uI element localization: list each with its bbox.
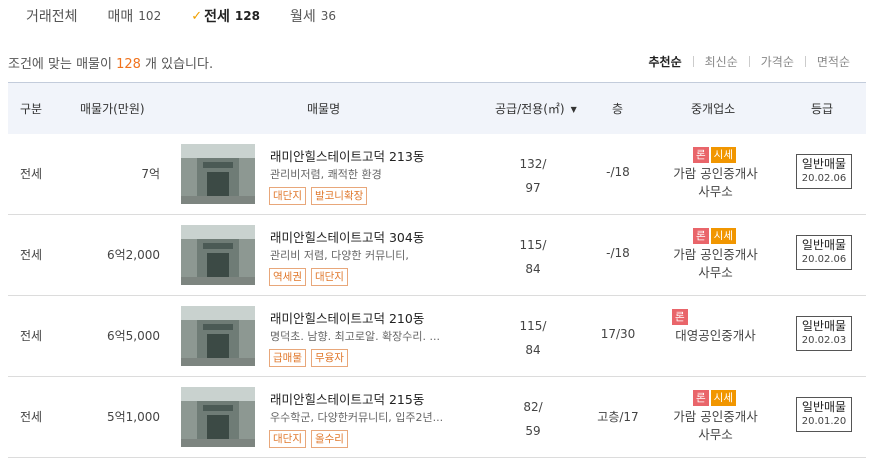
listing-tags: 급매물 무융자 [269, 349, 353, 367]
col-price: 매물가(만원) [80, 102, 145, 116]
table-row[interactable]: 전세 6억5,000 래미안힐스테이트고덕 210동 명덕초. 남향. 최고로알… [8, 296, 866, 377]
market-price-badge[interactable]: 시세 [710, 147, 736, 163]
deal-type: 전세 [20, 248, 43, 262]
col-grade: 등급 [811, 102, 834, 116]
col-name: 매물명 [307, 102, 341, 116]
sort-recommended[interactable]: 추천순 [649, 53, 682, 70]
listing-name[interactable]: 래미안힐스테이트고덕 215동 [270, 389, 424, 408]
loan-badge: 론 [693, 228, 709, 244]
table-row[interactable]: 전세 6억2,000 래미안힐스테이트고덕 304동 관리비 저렴, 다양한 커… [8, 215, 866, 296]
floor: 17/30 [600, 327, 636, 341]
apartment-thumbnail[interactable] [181, 387, 255, 447]
listing-tags: 역세권 대단지 [269, 268, 353, 286]
tab-count: 128 [234, 9, 260, 23]
listing-tags: 대단지 올수리 [269, 430, 353, 448]
sort-latest[interactable]: 최신순 [705, 53, 738, 70]
result-summary: 조건에 맞는 매물이 128 개 있습니다. [8, 57, 214, 72]
tag: 발코니확장 [310, 187, 368, 205]
grade-badge: 일반매물 20.01.20 [796, 397, 852, 432]
checkmark-icon: ✓ [191, 8, 203, 24]
apartment-thumbnail[interactable] [181, 144, 255, 204]
grade-badge: 일반매물 20.02.03 [796, 316, 852, 351]
sort-options: 추천순 최신순 가격순 면적순 [649, 53, 851, 70]
agent[interactable]: 론 시세 가람 공인중개사 사무소 [648, 147, 783, 201]
agent[interactable]: 론 시세 가람 공인중개사 사무소 [648, 228, 783, 282]
listing-tags: 대단지 발코니확장 [269, 187, 372, 205]
tab-monthly-rent[interactable]: 월세 36 [290, 6, 336, 26]
table-row[interactable]: 전세 5억1,000 래미안힐스테이트고덕 215동 우수학군, 다양한커뮤니티… [8, 377, 866, 458]
tag: 급매물 [269, 349, 306, 367]
col-agent: 중개업소 [691, 102, 736, 116]
listing-description: 명덕초. 남향. 최고로알. 확장수리. ... [270, 330, 441, 343]
agent[interactable]: 론 시세 가람 공인중개사 사무소 [648, 390, 783, 444]
listing-name[interactable]: 래미안힐스테이트고덕 210동 [270, 308, 424, 327]
area: 132/97 [519, 157, 547, 195]
tab-count: 36 [320, 9, 336, 23]
apartment-thumbnail[interactable] [181, 306, 255, 366]
divider [692, 56, 694, 67]
loan-badge: 론 [693, 147, 709, 163]
listing-description: 관리비저렴, 쾌적한 환경 [270, 168, 382, 181]
agent-name: 대영공인중개사 [675, 328, 756, 343]
area: 115/84 [519, 319, 547, 357]
deal-type-tabs: 거래전체 매매 102 ✓ 전세 128 월세 36 [26, 6, 366, 26]
col-area[interactable]: 공급/전용(㎡) ▼ [495, 83, 577, 135]
sort-down-arrow-icon: ▼ [570, 104, 577, 114]
agent-name: 가람 공인중개사 사무소 [673, 247, 758, 280]
floor: 고층/17 [597, 410, 639, 424]
deal-type: 전세 [20, 329, 43, 343]
table-row[interactable]: 전세 7억 래미안힐스테이트고덕 213동 관리비저렴, 쾌적한 환경 대단지 발… [8, 134, 866, 215]
deal-type: 전세 [20, 410, 43, 424]
deal-type: 전세 [20, 167, 43, 181]
market-price-badge[interactable]: 시세 [710, 228, 736, 244]
price: 6억2,000 [106, 248, 160, 262]
tag: 대단지 [310, 268, 348, 286]
loan-badge: 론 [693, 390, 709, 406]
col-floor: 층 [612, 102, 624, 116]
tag: 대단지 [269, 430, 306, 448]
tab-sale[interactable]: 매매 102 [108, 6, 162, 26]
divider [748, 56, 750, 67]
col-type: 구분 [20, 102, 43, 116]
price: 7억 [141, 167, 160, 181]
grade-badge: 일반매물 20.02.06 [796, 235, 852, 270]
agent[interactable]: 론 대영공인중개사 [648, 309, 783, 345]
tab-count: 102 [138, 9, 162, 23]
grade-badge: 일반매물 20.02.06 [796, 154, 852, 189]
price: 6억5,000 [106, 329, 160, 343]
listing-description: 관리비 저렴, 다양한 커뮤니티, [270, 249, 409, 262]
floor: -/18 [606, 246, 630, 260]
tab-jeonse[interactable]: ✓ 전세 128 [191, 6, 260, 26]
sort-price[interactable]: 가격순 [761, 53, 794, 70]
divider [804, 56, 806, 67]
listing-name[interactable]: 래미안힐스테이트고덕 213동 [270, 146, 424, 165]
price: 5억1,000 [106, 410, 160, 424]
tag: 무융자 [310, 349, 348, 367]
table-header: 구분 매물가(만원) 매물명 공급/전용(㎡) ▼ 층 중개업소 등급 [8, 82, 866, 134]
floor: -/18 [606, 165, 630, 179]
agent-name: 가람 공인중개사 사무소 [673, 166, 758, 199]
sort-area[interactable]: 면적순 [817, 53, 850, 70]
area: 115/84 [519, 238, 547, 276]
tag: 역세권 [269, 268, 306, 286]
area: 82/59 [523, 400, 543, 438]
loan-badge: 론 [672, 309, 688, 325]
tag: 올수리 [310, 430, 348, 448]
tag: 대단지 [269, 187, 306, 205]
result-count: 128 [116, 57, 141, 72]
listing-name[interactable]: 래미안힐스테이트고덕 304동 [270, 227, 424, 246]
market-price-badge[interactable]: 시세 [710, 390, 736, 406]
apartment-thumbnail[interactable] [181, 225, 255, 285]
tab-all[interactable]: 거래전체 [26, 6, 78, 26]
agent-name: 가람 공인중개사 사무소 [673, 409, 758, 442]
listing-description: 우수학군, 다양한커뮤니티, 입주2년... [270, 411, 444, 424]
